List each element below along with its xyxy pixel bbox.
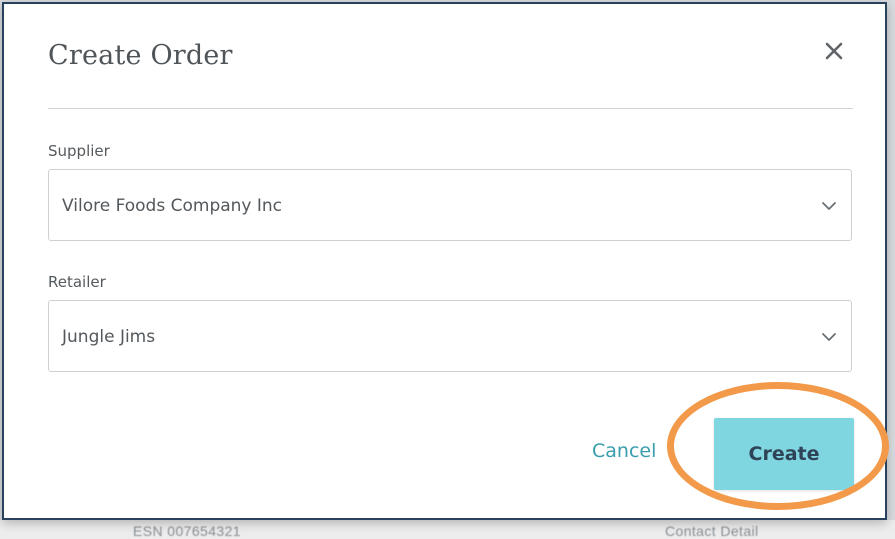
retailer-label: Retailer [48, 273, 106, 291]
create-order-dialog: Create Order Supplier Vilore Foods Compa… [2, 2, 887, 520]
cancel-button[interactable]: Cancel [592, 440, 656, 462]
background-footer-left-text: ESN 007654321 [133, 523, 241, 539]
close-icon [825, 42, 843, 60]
supplier-select[interactable]: Vilore Foods Company Inc [48, 169, 852, 241]
retailer-select[interactable]: Jungle Jims [48, 300, 852, 372]
dialog-title: Create Order [48, 40, 233, 71]
create-button[interactable]: Create [714, 418, 854, 490]
supplier-selected-value: Vilore Foods Company Inc [62, 196, 283, 216]
chevron-down-icon [822, 202, 836, 210]
retailer-selected-value: Jungle Jims [62, 327, 156, 347]
supplier-label: Supplier [48, 142, 110, 160]
header-divider [48, 108, 853, 109]
background-footer-right-text: Contact Detail [665, 523, 759, 539]
chevron-down-icon [822, 333, 836, 341]
close-button[interactable] [820, 37, 848, 65]
